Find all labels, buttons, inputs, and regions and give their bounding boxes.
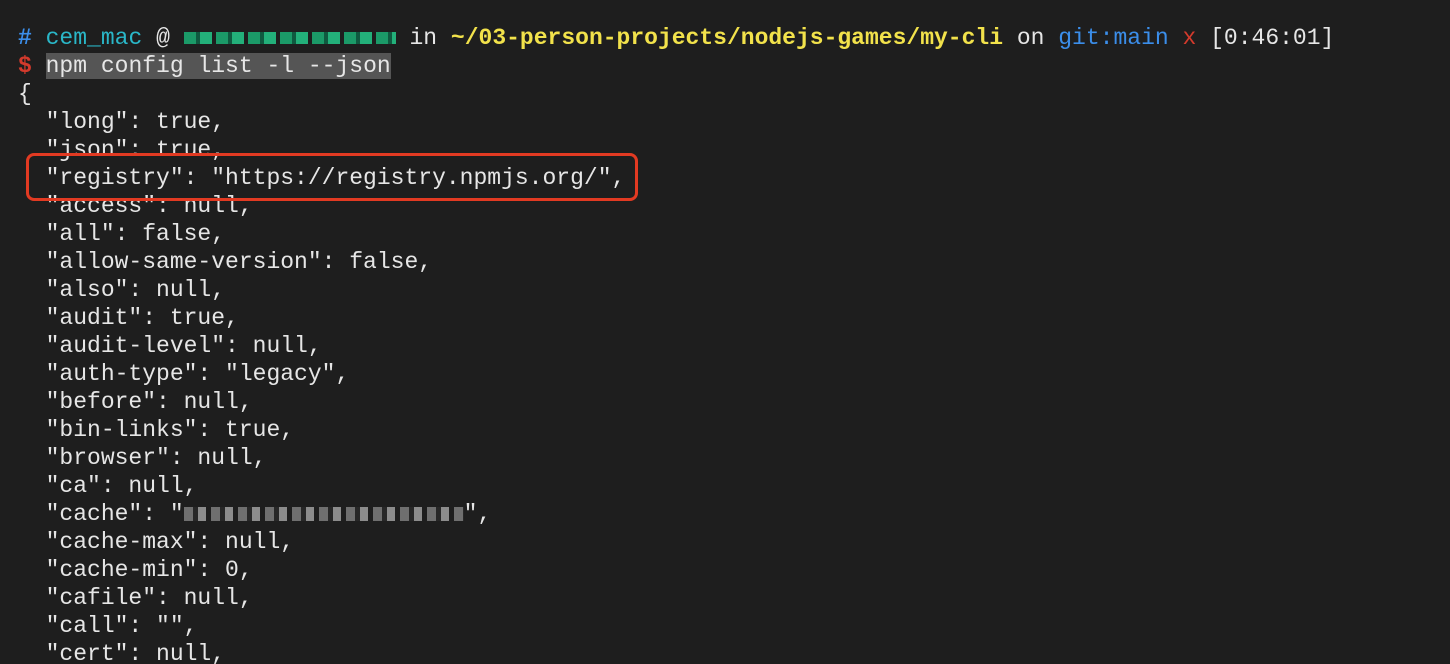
json-line-cache-max: "cache-max": null, [18,529,295,555]
json-line-audit: "audit": true, [18,305,239,331]
json-line-browser: "browser": null, [18,445,267,471]
cache-path-redacted [183,506,464,521]
json-line-cache-min: "cache-min": 0, [18,557,253,583]
json-line-registry: "registry": "https://registry.npmjs.org/… [18,165,626,191]
json-line-audit-level: "audit-level": null, [18,333,322,359]
prompt-dirty-marker: x [1182,25,1197,51]
json-line-all: "all": false, [18,221,226,247]
prompt-on: on [1016,25,1045,51]
json-line-allow-same-version: "allow-same-version": false, [18,249,433,275]
prompt-dollar: $ [18,53,32,79]
json-line-ca: "ca": null, [18,473,198,499]
json-line-access: "access": null, [18,193,253,219]
json-line-bin-links: "bin-links": true, [18,417,295,443]
json-line-cache: "cache": " ", [18,500,492,528]
prompt-git-branch: git:main [1058,25,1169,51]
prompt-user: cem_mac [45,25,143,51]
command-text[interactable]: npm config list -l --json [45,53,391,79]
command-line[interactable]: $ npm config list -l --json [18,52,391,80]
json-line-also: "also": null, [18,277,226,303]
prompt-time: [0:46:01] [1210,25,1335,51]
prompt-at: @ [156,25,170,51]
prompt-in: in [409,25,438,51]
prompt-host-redacted [183,31,396,44]
json-line-long: "long": true, [18,109,226,135]
json-line-call: "call": "", [18,613,198,639]
prompt-path: ~/03-person-projects/nodejs-games/my-cli [450,25,1004,51]
json-line-cache-key: "cache": " [18,501,184,527]
prompt-line: # cem_mac @ in ~/03-person-projects/node… [18,24,1334,52]
json-open-brace: { [18,81,32,107]
json-line-cache-suffix: ", [463,501,492,527]
json-line-auth-type: "auth-type": "legacy", [18,361,350,387]
json-line-json: "json": true, [18,137,226,163]
json-line-before: "before": null, [18,389,253,415]
prompt-hash: # [18,25,32,51]
json-line-cert: "cert": null, [18,641,226,664]
terminal-window[interactable]: # cem_mac @ in ~/03-person-projects/node… [0,0,1450,664]
json-line-cafile: "cafile": null, [18,585,253,611]
